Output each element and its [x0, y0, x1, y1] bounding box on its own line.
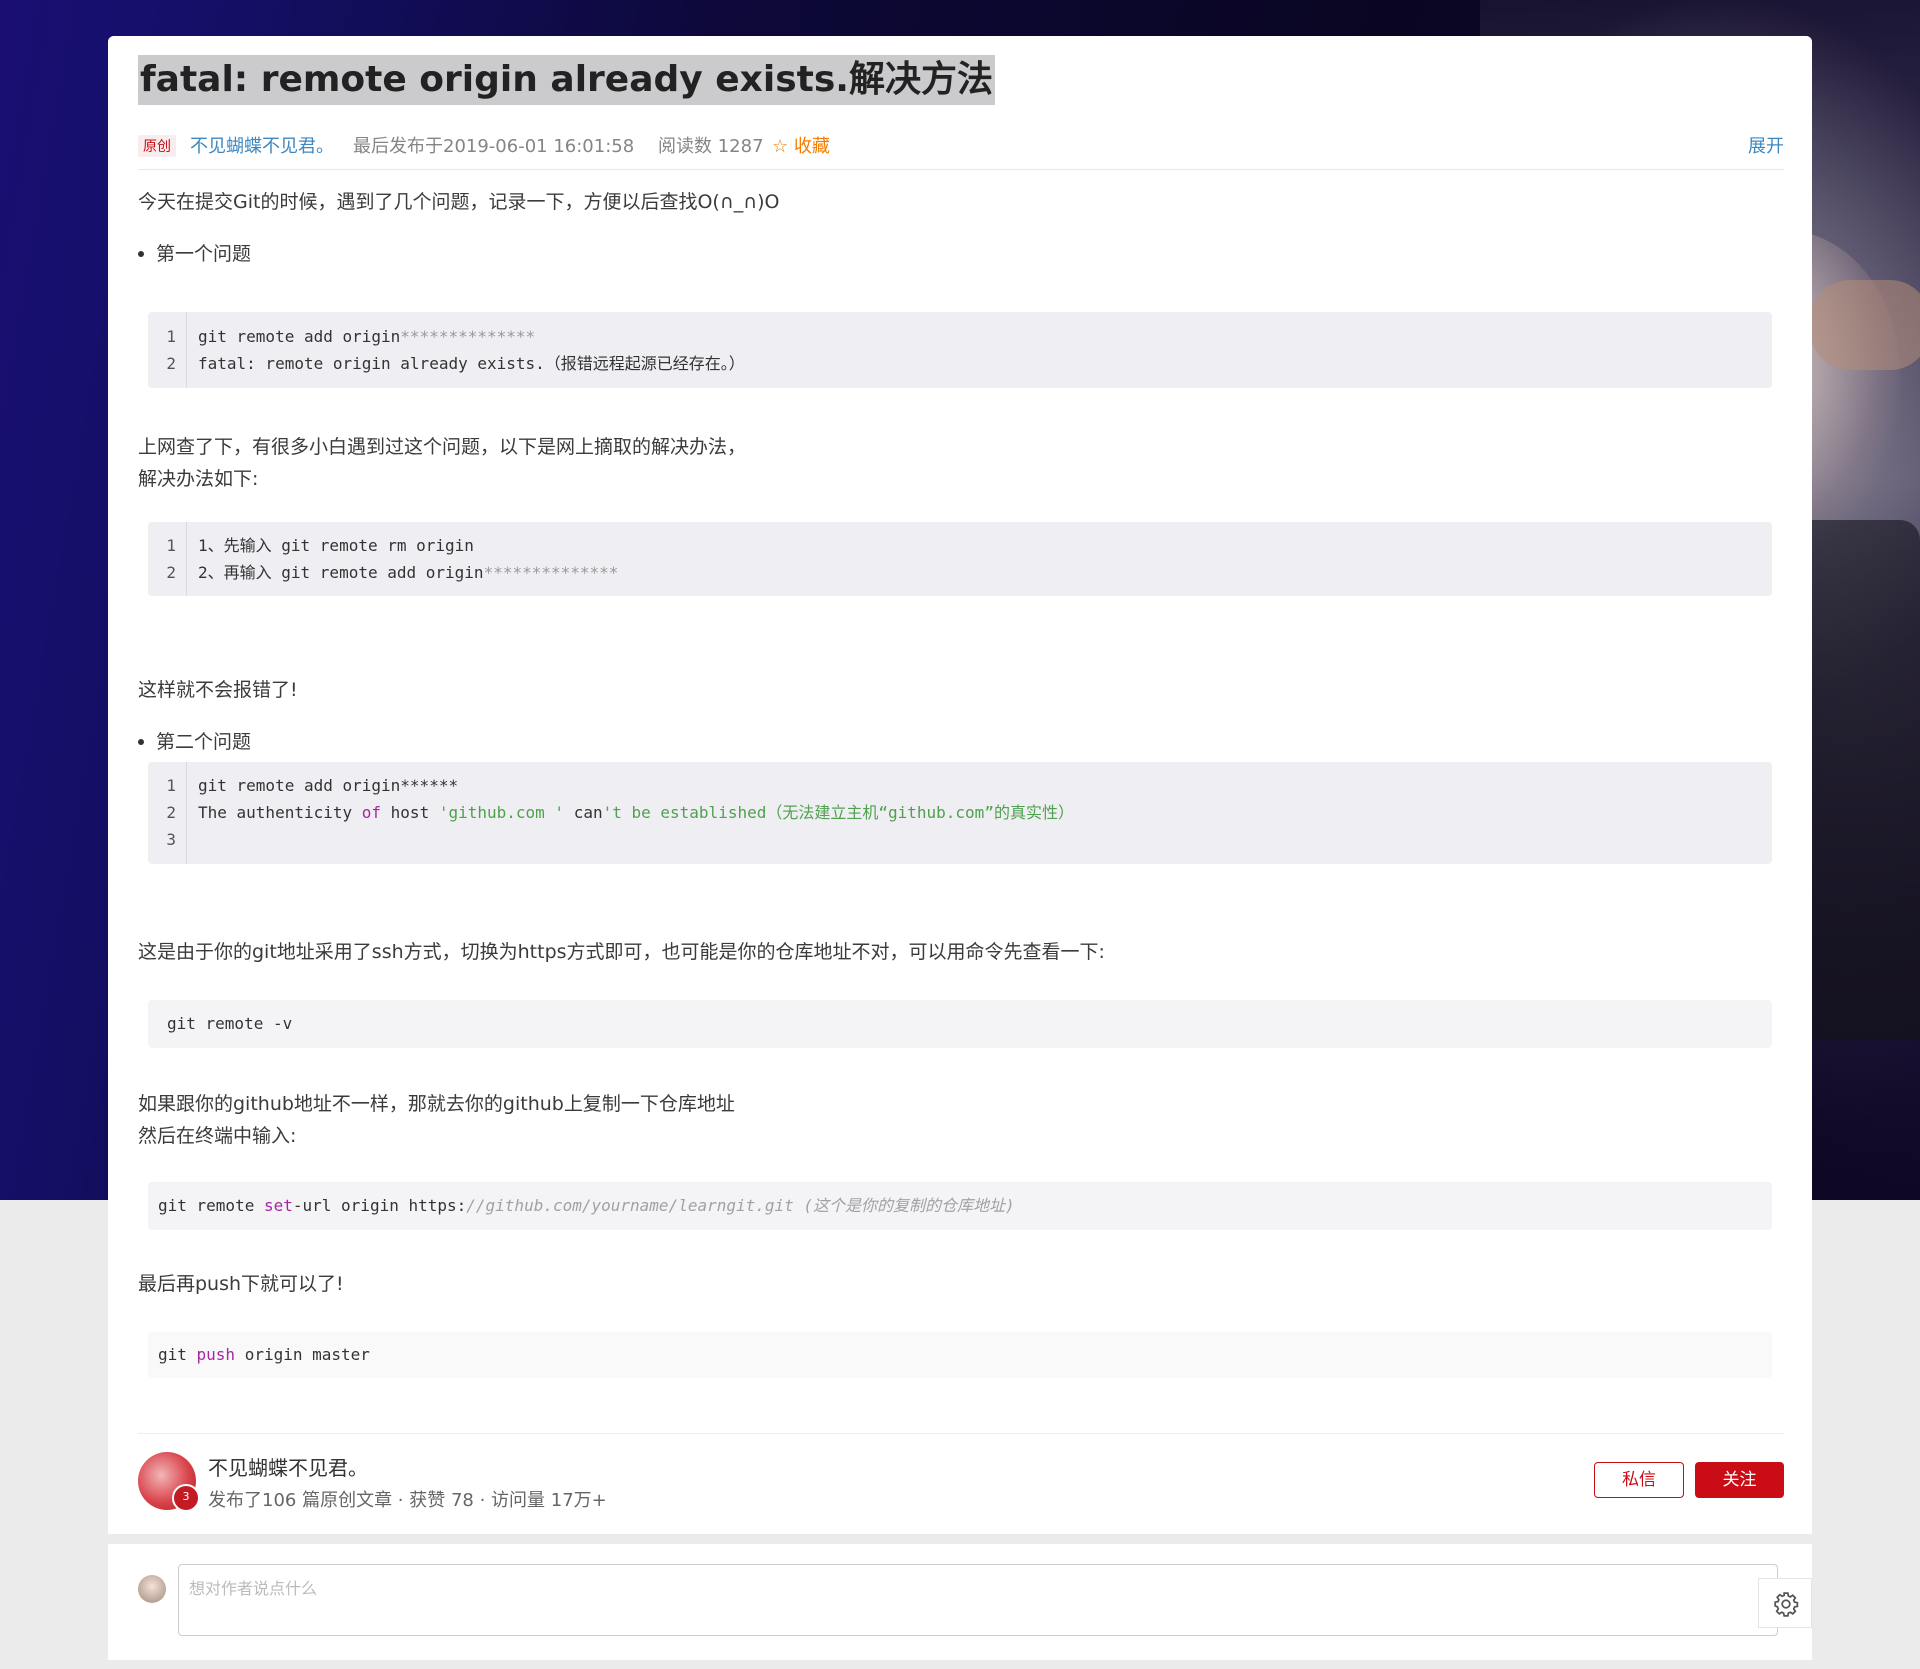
paragraph-solution-heading: 解决办法如下: [138, 468, 259, 490]
code-line: git remote set-url origin https://github… [158, 1196, 1015, 1215]
article-title: fatal: remote origin already exists.解决方法 [138, 55, 995, 105]
author-box: 3 不见蝴蝶不见君。 发布了106 篇原创文章 · 获赞 78 · 访问量 17… [138, 1433, 1784, 1514]
star-icon: ☆ [772, 136, 789, 157]
private-message-button[interactable]: 私信 [1594, 1462, 1684, 1498]
meta-divider [138, 169, 1784, 170]
comment-input[interactable]: 想对作者说点什么 [178, 1564, 1778, 1636]
author-avatar[interactable]: 3 [138, 1452, 200, 1512]
bullet-second-problem: 第二个问题 [137, 726, 251, 758]
code-block-6: git push origin master [148, 1332, 1772, 1378]
paragraph-no-error: 这样就不会报错了! [138, 679, 298, 701]
read-count: 阅读数 1287 [658, 136, 764, 157]
article-card: fatal: remote origin already exists.解决方法… [108, 36, 1812, 1534]
author-link[interactable]: 不见蝴蝶不见君。 [190, 132, 334, 158]
line-numbers: 1 2 [148, 312, 187, 388]
paragraph-push: 最后再push下就可以了! [138, 1273, 344, 1295]
line-numbers: 1 2 3 [148, 762, 187, 864]
bullet-first-problem: 第一个问题 [137, 238, 251, 270]
user-avatar [138, 1575, 166, 1603]
article-meta: 原创 不见蝴蝶不见君。 最后发布于2019-06-01 16:01:58 阅读数… [138, 124, 1784, 164]
follow-button[interactable]: 关注 [1695, 1462, 1784, 1498]
code-block-3: 1 2 3 git remote add origin****** The au… [148, 762, 1772, 864]
background-arm [1810, 280, 1920, 370]
code-line: git remote -v [167, 1014, 293, 1033]
code-line: fatal: remote origin already exists.（报错远… [198, 354, 745, 373]
paragraph-copy-address: 如果跟你的github地址不一样，那就去你的github上复制一下仓库地址 [138, 1093, 735, 1115]
paragraph-intro: 今天在提交Git的时候，遇到了几个问题，记录一下，方便以后查找O(∩_∩)O [138, 191, 780, 213]
author-name[interactable]: 不见蝴蝶不见君。 [208, 1452, 368, 1481]
years-badge: 3 [172, 1484, 200, 1512]
code-line: git remote add origin************** [198, 327, 536, 346]
code-block-4: git remote -v [148, 1000, 1772, 1048]
code-line: 1、先输入 git remote rm origin [198, 536, 474, 555]
code-block-5: git remote set-url origin https://github… [148, 1182, 1772, 1230]
expand-link[interactable]: 展开 [1748, 132, 1784, 158]
favorite-button[interactable]: ☆ 收藏 [772, 132, 830, 158]
gear-icon [1774, 1592, 1799, 1617]
paragraph-search: 上网查了下，有很多小白遇到过这个问题，以下是网上摘取的解决办法， [138, 436, 747, 458]
code-block-1: 1 2 git remote add origin************** … [148, 312, 1772, 388]
author-stats: 发布了106 篇原创文章 · 获赞 78 · 访问量 17万+ [208, 1490, 607, 1511]
favorite-label: 收藏 [793, 136, 830, 157]
code-block-2: 1 2 1、先输入 git remote rm origin 2、再输入 git… [148, 522, 1772, 596]
line-numbers: 1 2 [148, 522, 187, 596]
code-line: git remote add origin****** [198, 776, 459, 795]
settings-button[interactable] [1758, 1578, 1812, 1628]
paragraph-terminal: 然后在终端中输入: [138, 1125, 297, 1147]
original-badge: 原创 [138, 135, 176, 157]
code-line: git push origin master [158, 1345, 370, 1364]
comment-section: 想对作者说点什么 [108, 1544, 1812, 1660]
paragraph-ssh-explanation: 这是由于你的git地址采用了ssh方式，切换为https方式即可，也可能是你的仓… [138, 941, 1105, 963]
publish-date: 最后发布于2019-06-01 16:01:58 [353, 136, 635, 157]
code-line: The authenticity of host 'github.com ' c… [198, 803, 1074, 822]
code-line: 2、再输入 git remote add origin*************… [198, 563, 619, 582]
